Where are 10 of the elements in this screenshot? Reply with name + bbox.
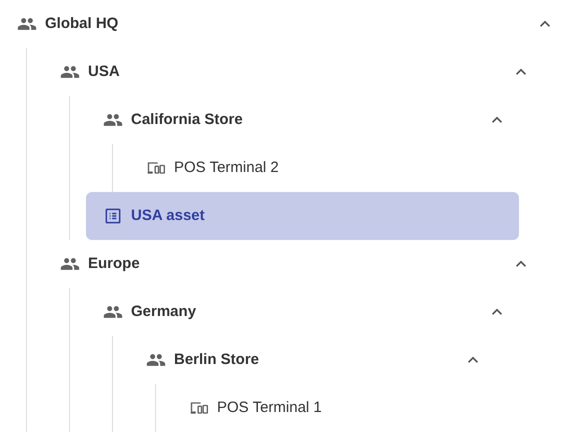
tree-item[interactable]: Berlin Store bbox=[129, 336, 495, 384]
tree-item[interactable]: Europe bbox=[43, 240, 543, 288]
tree-item[interactable]: Germany bbox=[86, 288, 519, 336]
tree-item[interactable]: California Store bbox=[86, 96, 519, 144]
tree-item[interactable]: POS Terminal 2 bbox=[129, 144, 495, 192]
tree-item[interactable]: Global HQ bbox=[0, 0, 567, 48]
selected-tree-item[interactable]: USA asset bbox=[86, 192, 519, 240]
list-icon bbox=[103, 206, 123, 226]
tree-item[interactable]: USA bbox=[43, 48, 543, 96]
tree-item[interactable]: POS Terminal 1 bbox=[172, 384, 471, 432]
